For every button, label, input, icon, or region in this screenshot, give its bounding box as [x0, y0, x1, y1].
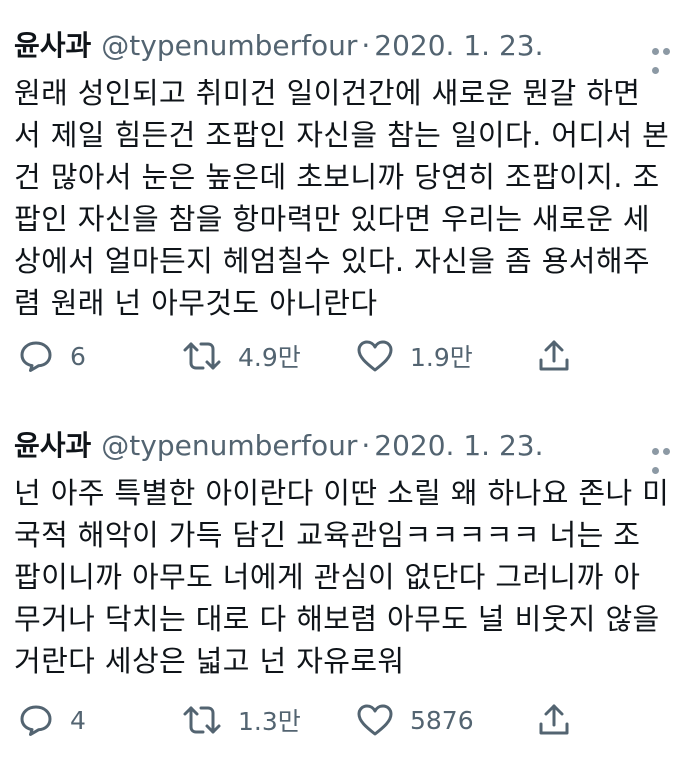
- tweet-text-line: 팝이니까 아무도 너에게 관심이 없단다 그러니까 아: [14, 560, 641, 594]
- tweet-actions: 4 1.3만 5876: [0, 700, 700, 740]
- tweet-date[interactable]: 2020. 1. 23.: [374, 429, 543, 462]
- reply-icon: [18, 702, 54, 738]
- tweet-text-line: 원래 성인되고 취미건 일이건간에 새로운 뭔갈 하면: [14, 76, 641, 110]
- tweet-text-line: 상에서 얼마든지 헤엄칠수 있다. 자신을 좀 용서해주: [14, 244, 651, 278]
- retweet-count: 1.3만: [238, 707, 301, 736]
- share-button[interactable]: [536, 336, 572, 376]
- tweet-text: 원래 성인되고 취미건 일이건간에 새로운 뭔갈 하면 서 제일 힘든건 조팝인…: [14, 72, 686, 324]
- more-icon[interactable]: [652, 40, 682, 74]
- like-button[interactable]: 5876: [356, 700, 474, 740]
- tweet-header: 윤사과 @typenumberfour · 2020. 1. 23.: [14, 26, 686, 66]
- reply-count: 4: [70, 705, 86, 735]
- author-name[interactable]: 윤사과: [14, 29, 91, 62]
- reply-button[interactable]: 4: [18, 700, 86, 740]
- tweet-header: 윤사과 @typenumberfour · 2020. 1. 23.: [14, 426, 686, 466]
- share-icon: [536, 338, 572, 374]
- author-name[interactable]: 윤사과: [14, 429, 91, 462]
- reply-count: 6: [70, 341, 86, 371]
- tweet-date[interactable]: 2020. 1. 23.: [374, 29, 543, 62]
- reply-icon: [18, 338, 54, 374]
- tweet-text-line: 팝인 자신을 참을 항마력만 있다면 우리는 새로운 세: [14, 202, 651, 236]
- tweet-text-line: 렴 원래 넌 아무것도 아니란다: [14, 286, 378, 320]
- reply-button[interactable]: 6: [18, 336, 86, 376]
- heart-icon: [356, 702, 394, 738]
- tweet-text: 넌 아주 특별한 아이란다 이딴 소릴 왜 하나요 존나 미 국적 해악이 가득…: [14, 472, 686, 682]
- retweet-button[interactable]: 1.3만: [182, 700, 301, 740]
- heart-icon: [356, 338, 394, 374]
- retweet-icon: [182, 702, 222, 738]
- more-icon[interactable]: [652, 440, 682, 474]
- tweet-text-line: 거란다 세상은 넓고 넌 자유로워: [14, 644, 405, 678]
- share-button[interactable]: [536, 700, 572, 740]
- author-handle[interactable]: @typenumberfour: [101, 429, 357, 462]
- retweet-button[interactable]: 4.9만: [182, 336, 301, 376]
- tweet-text-line: 국적 해악이 가득 담긴 교육관임ㅋㅋㅋㅋㅋ 너는 조: [14, 518, 641, 552]
- separator-dot: ·: [361, 429, 371, 462]
- tweet-text-line: 무거나 닥치는 대로 다 해보렴 아무도 널 비웃지 않을: [14, 602, 660, 636]
- separator-dot: ·: [361, 29, 371, 62]
- like-button[interactable]: 1.9만: [356, 336, 473, 376]
- tweet-actions: 6 4.9만 1.9만: [0, 336, 700, 376]
- author-handle[interactable]: @typenumberfour: [101, 29, 357, 62]
- tweet-text-line: 서 제일 힘든건 조팝인 자신을 참는 일이다. 어디서 본: [14, 118, 670, 152]
- retweet-icon: [182, 338, 222, 374]
- share-icon: [536, 702, 572, 738]
- tweet-text-line: 넌 아주 특별한 아이란다 이딴 소릴 왜 하나요 존나 미: [14, 476, 670, 510]
- like-count: 5876: [410, 705, 474, 735]
- like-count: 1.9만: [410, 343, 473, 372]
- tweet-text-line: 건 많아서 눈은 높은데 초보니까 당연히 조팝이지. 조: [14, 160, 660, 194]
- retweet-count: 4.9만: [238, 343, 301, 372]
